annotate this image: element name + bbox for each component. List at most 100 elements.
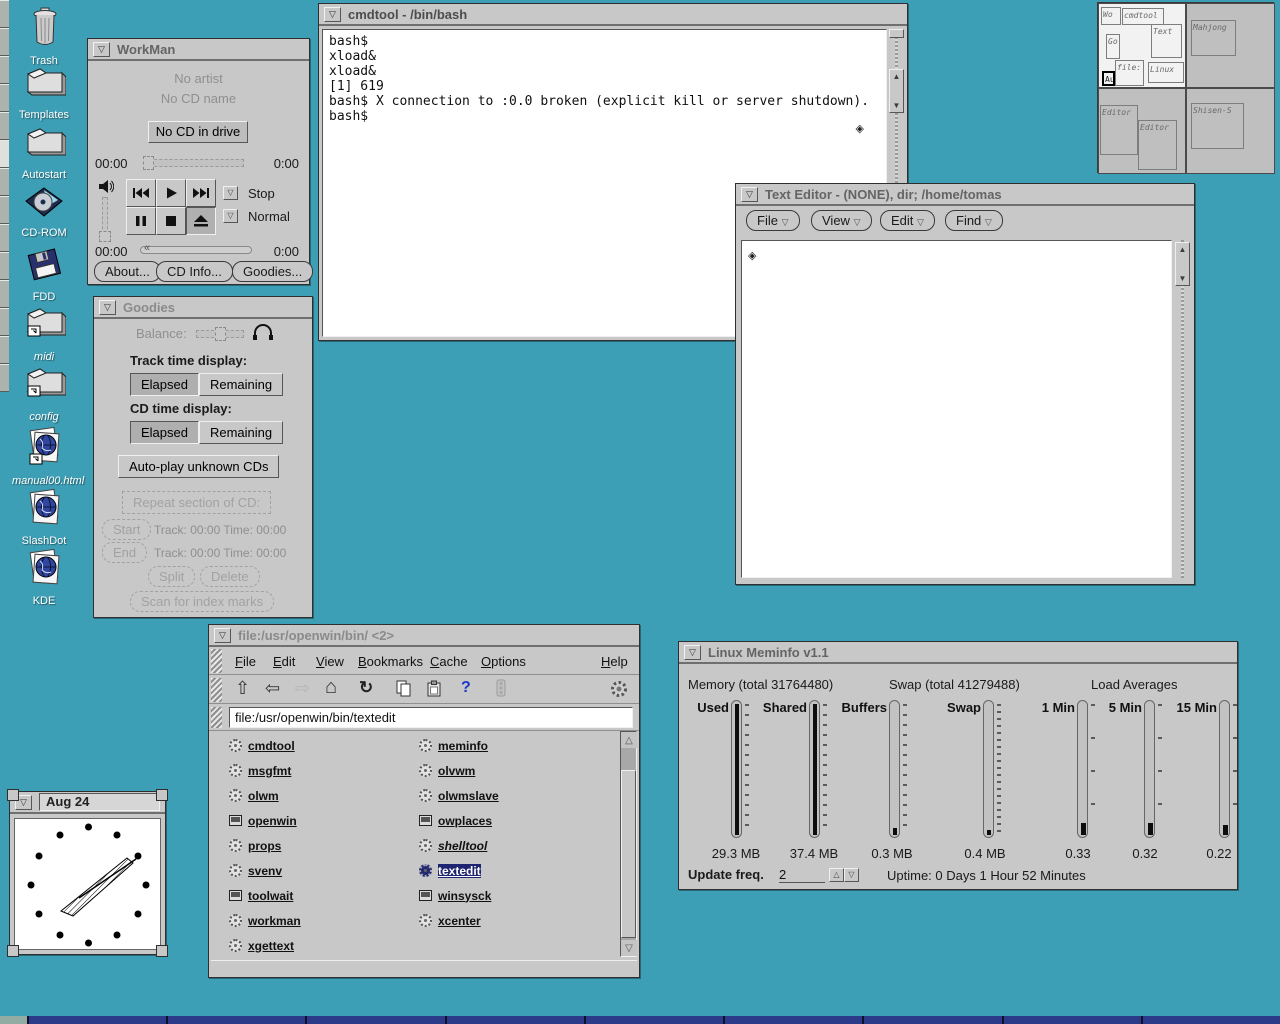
texteditor-titlebar[interactable]: ▽ Text Editor - (NONE), dir; /home/tomas bbox=[736, 184, 1194, 206]
window-menu-button[interactable]: ▽ bbox=[741, 187, 758, 202]
file-item[interactable]: cmdtool bbox=[229, 733, 409, 758]
window-menu-button[interactable]: ▽ bbox=[93, 42, 110, 57]
clock-titlebar[interactable]: ▽ Aug 24 bbox=[10, 792, 165, 814]
edge-panel-segment[interactable] bbox=[0, 140, 9, 168]
scan-index-marks-button[interactable]: Scan for index marks bbox=[130, 591, 274, 612]
resize-corner[interactable] bbox=[7, 789, 19, 801]
forward-button-disabled[interactable]: ⇨ bbox=[295, 678, 310, 699]
edge-panel-segment[interactable] bbox=[0, 196, 9, 224]
edit-menu-button[interactable]: Edit ▽ bbox=[880, 210, 935, 231]
edge-panel-segment[interactable] bbox=[0, 168, 9, 196]
editor-text-area[interactable]: ◈ bbox=[741, 240, 1172, 578]
split-button[interactable]: Split bbox=[148, 566, 195, 587]
update-freq-input[interactable]: 2 bbox=[779, 867, 825, 883]
scroll-down-button[interactable]: ▽ bbox=[621, 940, 637, 956]
desktop-icon-midi[interactable]: midi bbox=[12, 304, 76, 363]
pause-button[interactable] bbox=[126, 207, 156, 235]
pager-mini-window[interactable]: Editor bbox=[1100, 105, 1138, 155]
pager-desktop-4[interactable]: Shisen-S bbox=[1186, 88, 1275, 174]
resize-corner[interactable] bbox=[156, 945, 168, 957]
bottom-panel-segment[interactable] bbox=[584, 1016, 723, 1024]
help-button[interactable]: ? bbox=[461, 679, 471, 697]
window-menu-button[interactable]: ▽ bbox=[99, 300, 116, 315]
desktop-icon-templates[interactable]: Templates bbox=[12, 64, 76, 121]
next-track-button[interactable] bbox=[186, 179, 216, 207]
edge-panel-segment[interactable] bbox=[0, 112, 9, 140]
goodies-titlebar[interactable]: ▽ Goodies bbox=[94, 297, 312, 319]
bottom-panel-end[interactable] bbox=[0, 1016, 27, 1024]
pager-mini-window[interactable]: Text bbox=[1151, 24, 1182, 58]
pager-mini-window[interactable]: Shisen-S bbox=[1191, 103, 1244, 149]
menubar-grip[interactable] bbox=[211, 649, 222, 673]
edge-panel-segment[interactable] bbox=[0, 280, 9, 308]
bottom-panel-segment[interactable] bbox=[1141, 1016, 1280, 1024]
pager-mini-icon[interactable]: Au bbox=[1102, 71, 1115, 86]
filelist-scrollbar[interactable]: △ ▽ bbox=[620, 731, 637, 957]
play-button[interactable] bbox=[156, 179, 186, 207]
volume-slider[interactable] bbox=[102, 197, 108, 239]
desktop-icon-trash[interactable]: Trash bbox=[12, 6, 76, 67]
urlbar-grip[interactable] bbox=[211, 707, 222, 728]
desktop-icon-manual-html[interactable]: manual00.html bbox=[12, 426, 76, 487]
cd-info-button[interactable]: CD Info... bbox=[156, 261, 233, 282]
file-item[interactable]: olvwm bbox=[419, 758, 599, 783]
menu-help[interactable]: Help bbox=[601, 654, 628, 669]
resize-corner[interactable] bbox=[156, 789, 168, 801]
bottom-panel-segment[interactable] bbox=[862, 1016, 1001, 1024]
edge-panel-segment[interactable] bbox=[0, 336, 9, 364]
up-directory-button[interactable]: ⇧ bbox=[235, 678, 250, 699]
desktop-icon-cdrom[interactable]: CD-ROM bbox=[12, 186, 76, 239]
scrollbar-top-anchor[interactable] bbox=[889, 29, 904, 38]
file-item[interactable]: xgettext bbox=[229, 933, 409, 957]
paste-button[interactable] bbox=[425, 680, 443, 703]
pager-mini-window[interactable]: Editor bbox=[1138, 120, 1177, 170]
stop-button-disabled[interactable] bbox=[493, 679, 509, 704]
file-item[interactable]: toolwait bbox=[229, 883, 409, 908]
menu-edit[interactable]: Edit bbox=[273, 654, 295, 669]
track-position-slider[interactable] bbox=[144, 159, 244, 167]
pager-mini-window[interactable]: file: bbox=[1115, 60, 1144, 86]
file-item[interactable]: props bbox=[229, 833, 409, 858]
edge-panel-segment[interactable] bbox=[0, 84, 9, 112]
stop-button[interactable] bbox=[156, 207, 186, 235]
copy-button[interactable] bbox=[395, 680, 413, 703]
file-menu-button[interactable]: File ▽ bbox=[746, 210, 800, 231]
cmdtool-titlebar[interactable]: ▽ cmdtool - /bin/bash bbox=[319, 4, 907, 26]
edge-panel-segment[interactable] bbox=[0, 224, 9, 252]
filemanager-titlebar[interactable]: ▽ file:/usr/openwin/bin/ <2> bbox=[209, 625, 639, 647]
track-remaining-toggle[interactable]: Remaining bbox=[199, 373, 283, 396]
goodies-button[interactable]: Goodies... bbox=[232, 261, 313, 282]
edge-panel-segment[interactable] bbox=[0, 364, 9, 392]
editor-scrollbar[interactable]: ▲ ▼ bbox=[1175, 240, 1190, 578]
pager-mini-window[interactable]: Mahjong bbox=[1191, 20, 1236, 56]
balance-slider-thumb[interactable] bbox=[215, 327, 226, 341]
bottom-panel-segment[interactable] bbox=[305, 1016, 444, 1024]
file-item[interactable]: winsysck bbox=[419, 883, 599, 908]
edge-panel-segment[interactable] bbox=[0, 252, 9, 280]
bottom-panel-segment[interactable] bbox=[1002, 1016, 1141, 1024]
desktop-icon-kde[interactable]: KDE bbox=[12, 548, 76, 607]
pager-mini-window[interactable]: Linux bbox=[1148, 62, 1184, 83]
pager-mini-window[interactable]: cmdtool bbox=[1122, 8, 1164, 25]
volume-slider-thumb[interactable] bbox=[99, 231, 111, 242]
menu-cache[interactable]: Cache bbox=[430, 654, 468, 669]
window-menu-button[interactable]: ▽ bbox=[214, 628, 231, 643]
window-menu-button[interactable]: ▽ bbox=[324, 7, 341, 22]
edge-panel-segment[interactable] bbox=[0, 56, 9, 84]
delete-button[interactable]: Delete bbox=[200, 566, 260, 587]
pager-desktop-1[interactable]: Wo cmdtool Text Go file: Linux Au bbox=[1098, 3, 1186, 88]
repeat-section-button[interactable]: Repeat section of CD: bbox=[122, 491, 271, 514]
reload-button[interactable]: ↻ bbox=[359, 678, 373, 698]
scrollbar-elevator[interactable]: ▲ ▼ bbox=[889, 69, 904, 113]
bottom-panel-segment[interactable] bbox=[166, 1016, 305, 1024]
file-item[interactable]: olwm bbox=[229, 783, 409, 808]
file-item[interactable]: meminfo bbox=[419, 733, 599, 758]
eject-button[interactable] bbox=[186, 207, 216, 235]
home-button[interactable]: ⌂ bbox=[325, 676, 337, 699]
balance-slider[interactable] bbox=[196, 330, 244, 338]
window-menu-button[interactable]: ▽ bbox=[684, 645, 701, 660]
track-elapsed-toggle[interactable]: Elapsed bbox=[130, 373, 199, 396]
edge-panel-segment[interactable] bbox=[0, 28, 9, 56]
menu-view[interactable]: View bbox=[316, 654, 344, 669]
meminfo-titlebar[interactable]: ▽ Linux Meminfo v1.1 bbox=[679, 642, 1237, 664]
